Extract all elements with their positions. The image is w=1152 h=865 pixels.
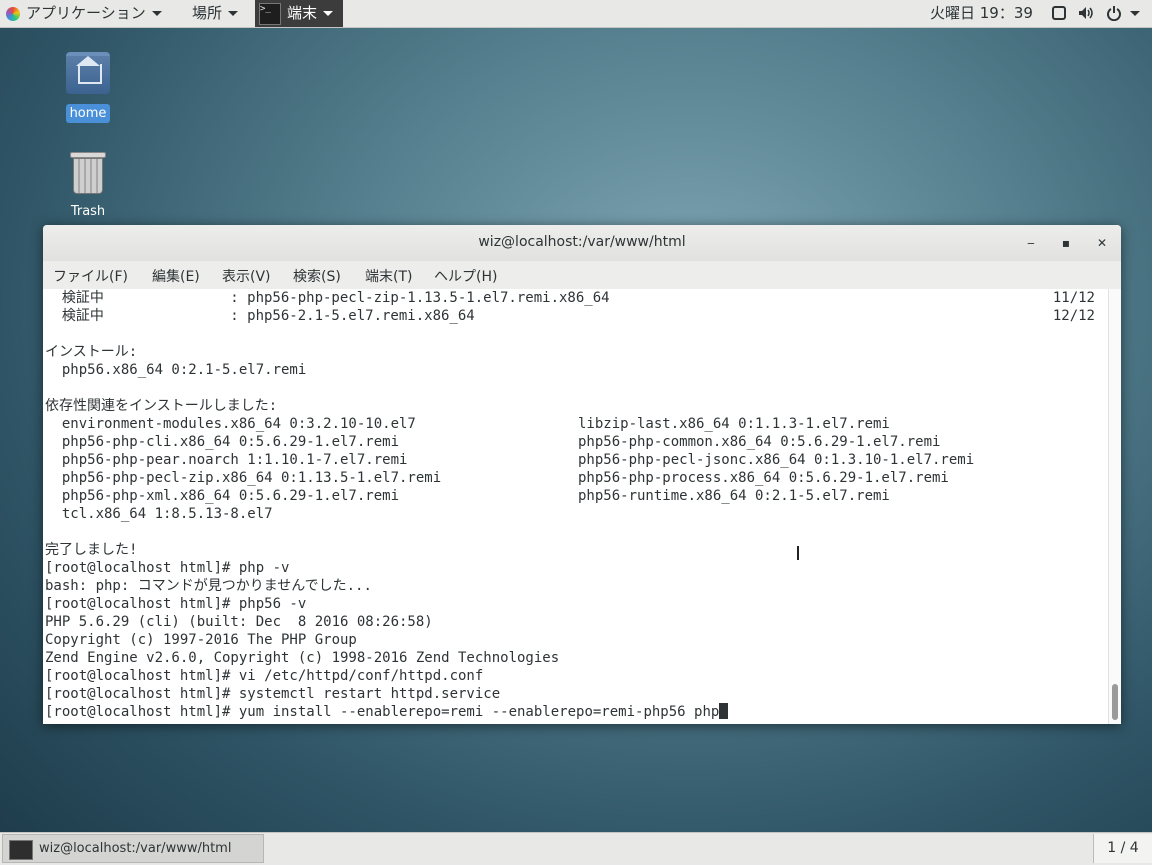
window-title: wiz@localhost:/var/www/html [478, 234, 686, 250]
terminal-line-progress: 12/12 [1052, 308, 1095, 324]
terminal-line-text: [root@localhost html]# php56 -v [45, 596, 307, 612]
terminal-line-text: php56-php-cli.x86_64 0:5.6.29-1.el7.remi [45, 434, 400, 450]
terminal-line-text: [root@localhost html]# systemctl restart… [45, 686, 501, 702]
terminal-line: [root@localhost html]# php56 -v [45, 595, 1105, 613]
terminal-line: environment-modules.x86_64 0:3.2.10-10.e… [45, 415, 1105, 433]
terminal-line: 検証中 : php56-2.1-5.el7.remi.x86_64 12/12 [45, 307, 1105, 325]
power-icon[interactable] [1106, 5, 1122, 21]
ibeam-cursor-icon [797, 546, 799, 560]
terminal-line: PHP 5.6.29 (cli) (built: Dec 8 2016 08:2… [45, 613, 1105, 631]
terminal-line-text: 依存性関連をインストールしました: [45, 398, 278, 414]
scrollbar-thumb[interactable] [1112, 684, 1118, 720]
terminal-line-text: 検証中 : php56-php-pecl-zip-1.13.5-1.el7.re… [45, 290, 610, 306]
places-menu[interactable]: 場所 [192, 0, 239, 27]
home-label: home [65, 104, 111, 123]
terminal-line: php56-php-pecl-zip.x86_64 0:1.13.5-1.el7… [45, 469, 1105, 487]
chevron-down-icon [323, 11, 334, 16]
menu-edit[interactable]: 編集(E) [152, 266, 200, 286]
home-folder-icon [66, 52, 110, 94]
terminal-line: php56-php-xml.x86_64 0:5.6.29-1.el7.remi… [45, 487, 1105, 505]
chevron-down-icon [228, 11, 239, 16]
places-label: 場所 [192, 4, 223, 22]
terminal-line: [root@localhost html]# php -v [45, 559, 1105, 577]
terminal-line-text: environment-modules.x86_64 0:3.2.10-10.e… [45, 416, 416, 432]
terminal-line: 依存性関連をインストールしました: [45, 397, 1105, 415]
terminal-line-column2: php56-php-process.x86_64 0:5.6.29-1.el7.… [578, 470, 949, 486]
terminal-line-text: tcl.x86_64 1:8.5.13-8.el7 [45, 506, 273, 522]
terminal-output[interactable]: 検証中 : php56-php-pecl-zip-1.13.5-1.el7.re… [43, 289, 1109, 724]
text-cursor [719, 703, 729, 719]
terminal-line: php56-php-cli.x86_64 0:5.6.29-1.el7.remi… [45, 433, 1105, 451]
terminal-line: 完了しました! [45, 541, 1105, 559]
window-titlebar[interactable]: wiz@localhost:/var/www/html ‒ ▪ ✕ [43, 225, 1121, 262]
menu-search[interactable]: 検索(S) [293, 266, 341, 286]
terminal-line-text: bash: php: コマンドが見つかりませんでした... [45, 578, 372, 594]
terminal-line-text: 検証中 : php56-2.1-5.el7.remi.x86_64 [45, 308, 475, 324]
terminal-line-column2: libzip-last.x86_64 0:1.1.3-1.el7.remi [578, 416, 890, 432]
terminal-line: [root@localhost html]# systemctl restart… [45, 685, 1105, 703]
terminal-line-text: 完了しました! [45, 542, 138, 558]
terminal-line-text: インストール: [45, 344, 138, 360]
terminal-line-text: php56-php-xml.x86_64 0:5.6.29-1.el7.remi [45, 488, 400, 504]
close-button[interactable]: ✕ [1093, 234, 1111, 252]
terminal-line-column2: php56-runtime.x86_64 0:2.1-5.el7.remi [578, 488, 890, 504]
terminal-line-text: php56-php-pear.noarch 1:1.10.1-7.el7.rem… [45, 452, 408, 468]
terminal-line: tcl.x86_64 1:8.5.13-8.el7 [45, 505, 1105, 523]
terminal-line-progress: 11/12 [1052, 290, 1095, 306]
bottom-panel: wiz@localhost:/var/www/html 1 / 4 [0, 832, 1152, 865]
terminal-app-label: 端末 [287, 4, 318, 22]
terminal-line: 検証中 : php56-php-pecl-zip-1.13.5-1.el7.re… [45, 289, 1105, 307]
terminal-line-column2: php56-php-common.x86_64 0:5.6.29-1.el7.r… [578, 434, 941, 450]
system-menu-chevron-icon[interactable] [1130, 11, 1140, 16]
workspace-indicator[interactable]: 1 / 4 [1093, 834, 1152, 863]
terminal-line: Zend Engine v2.6.0, Copyright (c) 1998-2… [45, 649, 1105, 667]
terminal-app-menu[interactable]: >_ 端末 [255, 0, 344, 27]
terminal-icon [9, 840, 33, 860]
terminal-line: [root@localhost html]# vi /etc/httpd/con… [45, 667, 1105, 685]
trash-icon [70, 152, 106, 194]
desktop-home-folder[interactable]: home [48, 52, 128, 123]
prompt-text: [root@localhost html]# yum install --ena… [45, 704, 720, 720]
maximize-button[interactable]: ▪ [1057, 234, 1075, 252]
menu-file[interactable]: ファイル(F) [53, 266, 128, 286]
terminal-line: php56-php-pear.noarch 1:1.10.1-7.el7.rem… [45, 451, 1105, 469]
terminal-window: wiz@localhost:/var/www/html ‒ ▪ ✕ ファイル(F… [43, 225, 1121, 724]
volume-icon[interactable] [1077, 5, 1095, 21]
terminal-line: インストール: [45, 343, 1105, 361]
terminal-scrollbar[interactable] [1108, 289, 1121, 724]
terminal-line-text: php56-php-pecl-zip.x86_64 0:1.13.5-1.el7… [45, 470, 442, 486]
terminal-prompt-line[interactable]: [root@localhost html]# yum install --ena… [45, 703, 729, 721]
taskbar-window-label: wiz@localhost:/var/www/html [39, 841, 232, 856]
terminal-icon: >_ [259, 2, 281, 25]
applications-menu[interactable]: アプリケーション [6, 0, 162, 27]
screen-icon[interactable] [1051, 5, 1067, 21]
top-panel: アプリケーション 場所 >_ 端末 火曜日 19：39 [0, 0, 1152, 28]
menu-terminal[interactable]: 端末(T) [365, 266, 412, 286]
applications-icon [6, 6, 20, 21]
menu-bar: ファイル(F) 編集(E) 表示(V) 検索(S) 端末(T) ヘルプ(H) [43, 261, 1121, 289]
minimize-button[interactable]: ‒ [1022, 234, 1040, 252]
terminal-line-text: Zend Engine v2.6.0, Copyright (c) 1998-2… [45, 650, 560, 666]
chevron-down-icon [151, 11, 162, 16]
terminal-line-text: php56.x86_64 0:2.1-5.el7.remi [45, 362, 307, 378]
terminal-line: php56.x86_64 0:2.1-5.el7.remi [45, 361, 1105, 379]
terminal-line-text: [root@localhost html]# php -v [45, 560, 290, 576]
taskbar-window-item[interactable]: wiz@localhost:/var/www/html [2, 834, 264, 863]
terminal-line-column2: php56-php-pecl-jsonc.x86_64 0:1.3.10-1.e… [578, 452, 975, 468]
menu-help[interactable]: ヘルプ(H) [434, 266, 497, 286]
terminal-line-text: Copyright (c) 1997-2016 The PHP Group [45, 632, 357, 648]
terminal-line-text: [root@localhost html]# vi /etc/httpd/con… [45, 668, 484, 684]
trash-label: Trash [70, 204, 106, 219]
desktop-trash[interactable]: Trash [48, 152, 128, 221]
terminal-line: Copyright (c) 1997-2016 The PHP Group [45, 631, 1105, 649]
terminal-line: bash: php: コマンドが見つかりませんでした... [45, 577, 1105, 595]
menu-view[interactable]: 表示(V) [222, 266, 271, 286]
applications-label: アプリケーション [26, 4, 146, 22]
terminal-line-text: PHP 5.6.29 (cli) (built: Dec 8 2016 08:2… [45, 614, 433, 630]
clock[interactable]: 火曜日 19：39 [930, 0, 1033, 27]
